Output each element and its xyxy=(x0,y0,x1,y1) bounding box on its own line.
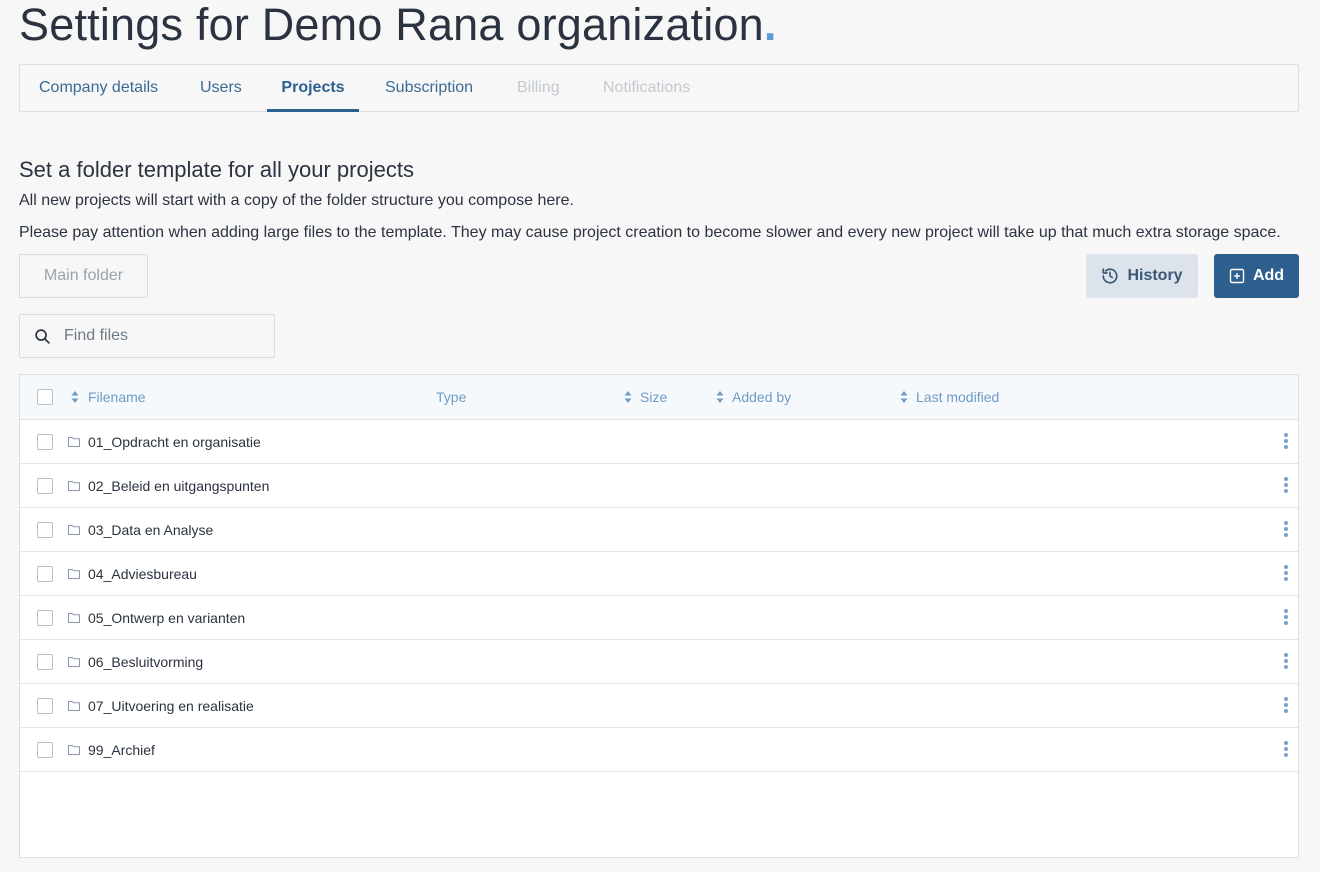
row-checkbox[interactable] xyxy=(37,566,53,582)
row-checkbox[interactable] xyxy=(37,522,53,538)
column-filename[interactable]: Filename xyxy=(88,375,146,419)
folder-icon xyxy=(68,745,80,755)
history-button-label: History xyxy=(1127,267,1183,284)
folder-icon xyxy=(68,701,80,711)
section-title: Set a folder template for all your proje… xyxy=(19,157,414,182)
section-description: All new projects will start with a copy … xyxy=(19,192,574,209)
title-dot: . xyxy=(763,0,777,50)
breadcrumb-main-folder: Main folder xyxy=(19,254,148,298)
row-checkbox[interactable] xyxy=(37,610,53,626)
folder-name[interactable]: 01_Opdracht en organisatie xyxy=(88,420,261,464)
more-options-icon[interactable] xyxy=(1282,609,1290,627)
table-row[interactable]: 02_Beleid en uitgangspunten xyxy=(20,464,1298,508)
table-row[interactable]: 05_Ontwerp en varianten xyxy=(20,596,1298,640)
table-row[interactable]: 06_Besluitvorming xyxy=(20,640,1298,684)
table-row[interactable]: 04_Adviesbureau xyxy=(20,552,1298,596)
more-options-icon[interactable] xyxy=(1282,565,1290,583)
sort-icon[interactable] xyxy=(624,390,632,404)
tab-notifications: Notifications xyxy=(603,79,691,96)
search-input[interactable] xyxy=(64,315,264,357)
more-options-icon[interactable] xyxy=(1282,653,1290,671)
column-size[interactable]: Size xyxy=(640,375,667,419)
more-options-icon[interactable] xyxy=(1282,477,1290,495)
history-button[interactable]: History xyxy=(1086,254,1198,298)
tab-subscription[interactable]: Subscription xyxy=(385,65,473,111)
more-options-icon[interactable] xyxy=(1282,433,1290,451)
column-added-by[interactable]: Added by xyxy=(732,375,791,419)
column-last-modified[interactable]: Last modified xyxy=(916,375,999,419)
table-row[interactable]: 03_Data en Analyse xyxy=(20,508,1298,552)
sort-icon[interactable] xyxy=(716,390,724,404)
add-icon xyxy=(1229,268,1245,284)
row-checkbox[interactable] xyxy=(37,478,53,494)
row-checkbox[interactable] xyxy=(37,434,53,450)
row-checkbox[interactable] xyxy=(37,698,53,714)
row-checkbox[interactable] xyxy=(37,654,53,670)
folder-name[interactable]: 07_Uitvoering en realisatie xyxy=(88,684,254,728)
tab-users[interactable]: Users xyxy=(200,65,242,111)
folder-name[interactable]: 02_Beleid en uitgangspunten xyxy=(88,464,269,508)
tab-projects[interactable]: Projects xyxy=(267,65,359,112)
table-header: Filename Type Size Added by Last modifie… xyxy=(20,375,1298,420)
folder-name[interactable]: 06_Besluitvorming xyxy=(88,640,203,684)
folder-icon xyxy=(68,481,80,491)
column-type: Type xyxy=(436,389,467,405)
folder-name[interactable]: 05_Ontwerp en varianten xyxy=(88,596,245,640)
folder-icon xyxy=(68,613,80,623)
search-icon xyxy=(35,329,50,344)
table-row[interactable]: 99_Archief xyxy=(20,728,1298,772)
settings-tabs: Company details Users Projects Subscript… xyxy=(19,64,1299,112)
folder-name[interactable]: 04_Adviesbureau xyxy=(88,552,197,596)
folder-icon xyxy=(68,437,80,447)
page-title: Settings for Demo Rana organization. xyxy=(19,0,777,50)
table-row[interactable]: 07_Uitvoering en realisatie xyxy=(20,684,1298,728)
search-box xyxy=(19,314,275,358)
page-title-text: Settings for Demo Rana organization xyxy=(19,0,764,50)
folder-name[interactable]: 03_Data en Analyse xyxy=(88,508,213,552)
storage-warning: Please pay attention when adding large f… xyxy=(19,224,1281,241)
row-checkbox[interactable] xyxy=(37,742,53,758)
select-all-checkbox[interactable] xyxy=(37,389,53,405)
add-button-label: Add xyxy=(1252,267,1285,284)
sort-icon[interactable] xyxy=(71,390,79,404)
tab-billing: Billing xyxy=(517,79,560,96)
more-options-icon[interactable] xyxy=(1282,697,1290,715)
folder-name[interactable]: 99_Archief xyxy=(88,728,155,772)
more-options-icon[interactable] xyxy=(1282,741,1290,759)
tab-company-details[interactable]: Company details xyxy=(39,65,158,111)
file-table: Filename Type Size Added by Last modifie… xyxy=(19,374,1299,858)
folder-icon xyxy=(68,569,80,579)
more-options-icon[interactable] xyxy=(1282,521,1290,539)
history-icon xyxy=(1102,268,1118,284)
add-button[interactable]: Add xyxy=(1214,254,1299,298)
folder-icon xyxy=(68,657,80,667)
folder-icon xyxy=(68,525,80,535)
sort-icon[interactable] xyxy=(900,390,908,404)
table-row[interactable]: 01_Opdracht en organisatie xyxy=(20,420,1298,464)
table-body: 01_Opdracht en organisatie 02_Beleid en u… xyxy=(20,420,1298,772)
